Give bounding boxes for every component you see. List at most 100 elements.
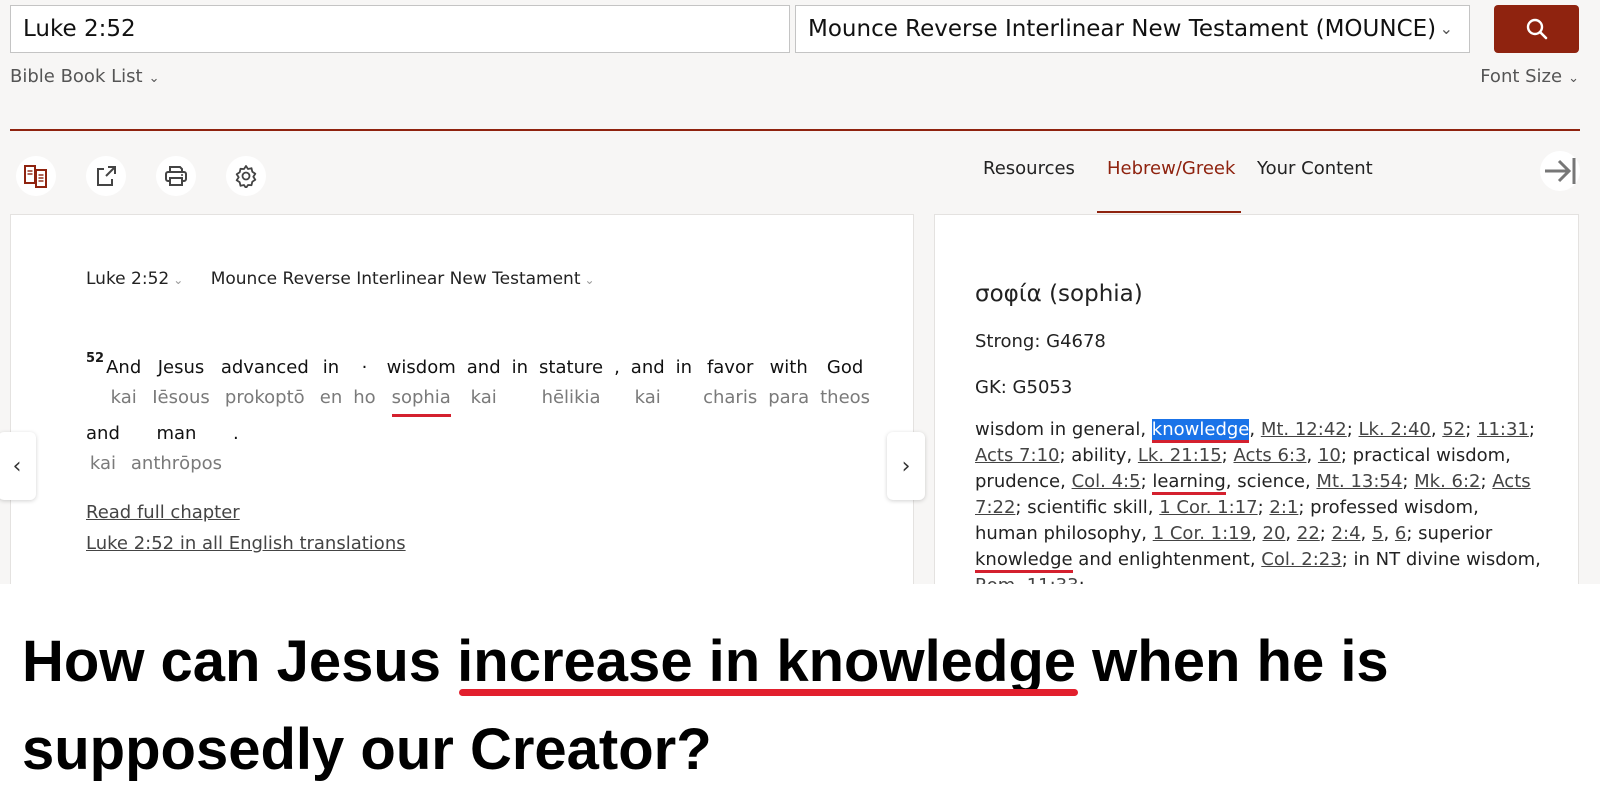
- scripture-reference-link[interactable]: Col. 4:5: [1072, 471, 1141, 492]
- english-word: in: [511, 357, 529, 378]
- interlinear-word[interactable]: and kai: [467, 353, 501, 413]
- settings-icon: [235, 165, 257, 188]
- parallel-view-button[interactable]: [16, 156, 56, 196]
- caption-text-before: How can Jesus: [22, 629, 458, 694]
- scripture-reference-link[interactable]: 5: [1372, 523, 1383, 544]
- definition-text: ;: [1402, 471, 1415, 492]
- greek-transliteration: para: [768, 387, 810, 408]
- collapse-right-icon: [1545, 158, 1576, 184]
- bible-app: Luke 2:52 Mounce Reverse Interlinear New…: [0, 0, 1600, 584]
- scripture-reference-link[interactable]: Mt. 12:42: [1261, 419, 1347, 440]
- definition-text: ;: [1528, 419, 1535, 440]
- english-word: and: [630, 357, 665, 378]
- collapse-panel-button[interactable]: [1540, 151, 1580, 191]
- interlinear-word[interactable]: advanced prokoptō: [221, 353, 309, 413]
- search-button[interactable]: [1494, 5, 1579, 53]
- english-word: advanced: [220, 357, 309, 378]
- scripture-reference-link[interactable]: Mt. 13:54: [1316, 471, 1402, 492]
- definition-text: ,: [1383, 523, 1395, 544]
- settings-button[interactable]: [226, 156, 266, 196]
- interlinear-word[interactable]: · ho: [353, 353, 375, 413]
- interlinear-word[interactable]: in en: [320, 353, 342, 413]
- interlinear-word[interactable]: in: [676, 353, 692, 413]
- previous-passage-button[interactable]: ‹: [0, 432, 36, 500]
- interlinear-word[interactable]: Jesus Iēsous: [152, 353, 210, 413]
- tab-your-content[interactable]: Your Content: [1257, 158, 1373, 179]
- interlinear-word[interactable]: ,: [614, 353, 620, 413]
- annotated-word: knowledge: [975, 549, 1073, 570]
- interlinear-word[interactable]: with para: [768, 353, 809, 413]
- interlinear-word[interactable]: in: [512, 353, 528, 413]
- print-icon: [165, 166, 187, 186]
- interlinear-word[interactable]: And kai: [106, 353, 141, 413]
- font-size-label: Font Size: [1480, 66, 1563, 87]
- print-button[interactable]: [156, 156, 196, 196]
- scripture-reference-link[interactable]: 20: [1263, 523, 1286, 544]
- read-full-chapter-link[interactable]: Read full chapter: [86, 502, 406, 523]
- definition-text: ,: [1251, 523, 1263, 544]
- meme-caption: How can Jesus increase in knowledge when…: [22, 618, 1582, 794]
- interlinear-word[interactable]: God theos: [820, 353, 870, 413]
- version-select[interactable]: Mounce Reverse Interlinear New Testament…: [795, 5, 1470, 53]
- interlinear-word[interactable]: man anthrōpos: [131, 419, 222, 479]
- scripture-reference-link[interactable]: Lk. 2:40: [1359, 419, 1431, 440]
- version-select-value: Mounce Reverse Interlinear New Testament…: [808, 16, 1437, 42]
- scripture-reference-link[interactable]: Acts 6:3: [1233, 445, 1306, 466]
- greek-transliteration: kai: [110, 387, 137, 408]
- interlinear-word[interactable]: stature hēlikia: [539, 353, 603, 413]
- next-passage-button[interactable]: ›: [887, 432, 925, 500]
- english-word: .: [233, 423, 239, 444]
- definition-text: ;: [1465, 419, 1478, 440]
- scripture-reference-link[interactable]: Lk. 21:15: [1138, 445, 1222, 466]
- scripture-reference-link[interactable]: 1 Cor. 1:19: [1153, 523, 1251, 544]
- scripture-reference-link[interactable]: Acts 7:10: [975, 445, 1059, 466]
- tab-resources[interactable]: Resources: [983, 158, 1075, 179]
- definition-text: ;: [1079, 575, 1085, 584]
- interlinear-word[interactable]: favor charis: [703, 353, 757, 413]
- english-word: ·: [361, 357, 368, 378]
- scripture-reference-link[interactable]: 10: [1318, 445, 1341, 466]
- scripture-reference-link[interactable]: 2:4: [1332, 523, 1361, 544]
- interlinear-word[interactable]: and kai: [86, 419, 120, 479]
- greek-transliteration: kai: [470, 387, 497, 408]
- lexicon-lemma: σοφία (sophia): [975, 281, 1143, 307]
- greek-transliteration: kai: [89, 453, 116, 474]
- active-tab-indicator: [1097, 211, 1241, 213]
- english-word: in: [322, 357, 340, 378]
- scripture-reference-link[interactable]: 6: [1395, 523, 1406, 544]
- scripture-reference-link[interactable]: Rom. 11:33: [975, 575, 1079, 584]
- font-size-toggle[interactable]: Font Size ⌄: [1480, 66, 1579, 87]
- interlinear-word[interactable]: and kai: [631, 353, 665, 413]
- lexicon-panel: σοφία (sophia) Strong: G4678 GK: G5053 w…: [934, 214, 1579, 584]
- english-word: stature: [539, 357, 604, 378]
- interlinear-word[interactable]: .: [233, 419, 239, 479]
- scripture-reference-link[interactable]: Col. 2:23: [1261, 549, 1341, 570]
- scripture-reference-link[interactable]: 11:31: [1477, 419, 1529, 440]
- english-word: man: [156, 423, 197, 444]
- tab-hebrew-greek[interactable]: Hebrew/Greek: [1107, 158, 1235, 179]
- scripture-reference-link[interactable]: 22: [1297, 523, 1320, 544]
- definition-text: ,: [1285, 523, 1297, 544]
- verse-number: 52: [86, 351, 105, 366]
- passage-search-input[interactable]: Luke 2:52: [10, 5, 790, 53]
- definition-text: ,: [1360, 523, 1372, 544]
- greek-transliteration: Iēsous: [152, 387, 210, 408]
- passage-links: Read full chapter Luke 2:52 in all Engli…: [86, 502, 406, 564]
- passage-reference-select[interactable]: Luke 2:52: [86, 269, 169, 289]
- definition-text: wisdom in general,: [975, 419, 1152, 440]
- passage-version-select[interactable]: Mounce Reverse Interlinear New Testament: [211, 269, 581, 289]
- definition-text: ; scientific skill,: [1015, 497, 1160, 518]
- definition-text: and enlightenment,: [1072, 549, 1262, 570]
- parallel-view-icon: [24, 165, 47, 188]
- all-translations-link[interactable]: Luke 2:52 in all English translations: [86, 533, 406, 554]
- interlinear-line: and kai man anthrōpos.: [86, 419, 846, 479]
- share-button[interactable]: [86, 156, 126, 196]
- english-word: with: [769, 357, 808, 378]
- interlinear-word[interactable]: wisdom sophia: [387, 353, 456, 417]
- scripture-reference-link[interactable]: 52: [1442, 419, 1465, 440]
- share-icon: [97, 166, 116, 186]
- scripture-reference-link[interactable]: Mk. 6:2: [1414, 471, 1480, 492]
- bible-book-list-toggle[interactable]: Bible Book List ⌄: [10, 66, 159, 87]
- scripture-reference-link[interactable]: 1 Cor. 1:17: [1159, 497, 1257, 518]
- scripture-reference-link[interactable]: 2:1: [1269, 497, 1298, 518]
